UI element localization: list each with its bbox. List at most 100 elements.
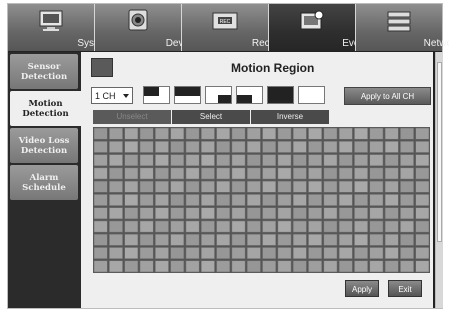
grid-cell[interactable]	[109, 180, 123, 193]
grid-cell[interactable]	[109, 220, 123, 233]
grid-cell[interactable]	[354, 180, 369, 193]
grid-cell[interactable]	[200, 207, 215, 220]
exit-button[interactable]: Exit	[388, 280, 422, 297]
grid-cell[interactable]	[415, 154, 430, 167]
grid-cell[interactable]	[246, 127, 261, 140]
grid-cell[interactable]	[292, 180, 307, 193]
grid-cell[interactable]	[93, 180, 108, 193]
grid-cell[interactable]	[400, 194, 414, 206]
grid-cell[interactable]	[338, 167, 353, 180]
grid-cell[interactable]	[139, 194, 154, 206]
grid-cell[interactable]	[109, 167, 123, 180]
grid-cell[interactable]	[200, 220, 215, 233]
grid-cell[interactable]	[231, 154, 246, 167]
grid-cell[interactable]	[369, 154, 384, 167]
grid-cell[interactable]	[323, 207, 338, 220]
grid-cell[interactable]	[354, 207, 369, 220]
grid-cell[interactable]	[400, 154, 414, 167]
grid-cell[interactable]	[277, 247, 292, 260]
grid-cell[interactable]	[216, 247, 231, 260]
grid-cell[interactable]	[369, 207, 384, 220]
grid-cell[interactable]	[154, 207, 169, 220]
grid-cell[interactable]	[216, 207, 231, 220]
grid-cell[interactable]	[369, 180, 384, 193]
grid-cell[interactable]	[231, 167, 246, 180]
grid-cell[interactable]	[109, 260, 123, 273]
grid-cell[interactable]	[338, 207, 353, 220]
grid-cell[interactable]	[246, 167, 261, 180]
grid-cell[interactable]	[277, 220, 292, 233]
grid-cell[interactable]	[124, 220, 139, 233]
grid-cell[interactable]	[231, 180, 246, 193]
grid-cell[interactable]	[338, 127, 353, 140]
grid-cell[interactable]	[124, 247, 139, 260]
grid-cell[interactable]	[200, 247, 215, 260]
grid-cell[interactable]	[384, 140, 399, 153]
grid-cell[interactable]	[415, 260, 430, 273]
grid-cell[interactable]	[292, 207, 307, 220]
grid-cell[interactable]	[154, 220, 169, 233]
grid-cell[interactable]	[231, 140, 246, 153]
grid-cell[interactable]	[170, 127, 185, 140]
grid-cell[interactable]	[308, 260, 323, 273]
grid-cell[interactable]	[369, 140, 384, 153]
grid-cell[interactable]	[369, 233, 384, 246]
sidebar-item-alarm-schedule[interactable]: Alarm Schedule	[10, 165, 78, 200]
grid-cell[interactable]	[185, 180, 200, 193]
grid-cell[interactable]	[384, 167, 399, 180]
grid-cell[interactable]	[292, 194, 307, 206]
grid-cell[interactable]	[338, 194, 353, 206]
grid-cell[interactable]	[139, 233, 154, 246]
grid-cell[interactable]	[292, 260, 307, 273]
grid-cell[interactable]	[139, 247, 154, 260]
grid-cell[interactable]	[246, 194, 261, 206]
tab-record[interactable]: REC Record	[182, 4, 284, 51]
grid-cell[interactable]	[93, 127, 108, 140]
grid-cell[interactable]	[246, 180, 261, 193]
grid-cell[interactable]	[109, 247, 123, 260]
grid-cell[interactable]	[384, 233, 399, 246]
grid-cell[interactable]	[139, 207, 154, 220]
grid-cell[interactable]	[338, 233, 353, 246]
grid-cell[interactable]	[277, 194, 292, 206]
grid-cell[interactable]	[170, 247, 185, 260]
grid-cell[interactable]	[109, 194, 123, 206]
grid-cell[interactable]	[109, 127, 123, 140]
grid-cell[interactable]	[384, 247, 399, 260]
grid-cell[interactable]	[231, 194, 246, 206]
grid-cell[interactable]	[369, 127, 384, 140]
grid-cell[interactable]	[185, 233, 200, 246]
grid-cell[interactable]	[154, 247, 169, 260]
grid-cell[interactable]	[323, 220, 338, 233]
grid-cell[interactable]	[93, 220, 108, 233]
grid-cell[interactable]	[262, 194, 277, 206]
grid-cell[interactable]	[308, 180, 323, 193]
tab-event[interactable]: Event	[269, 4, 368, 51]
grid-cell[interactable]	[93, 247, 108, 260]
grid-cell[interactable]	[323, 233, 338, 246]
grid-cell[interactable]	[384, 260, 399, 273]
grid-cell[interactable]	[139, 167, 154, 180]
grid-cell[interactable]	[154, 154, 169, 167]
grid-cell[interactable]	[354, 140, 369, 153]
grid-cell[interactable]	[292, 220, 307, 233]
grid-cell[interactable]	[400, 247, 414, 260]
grid-cell[interactable]	[262, 220, 277, 233]
grid-cell[interactable]	[369, 247, 384, 260]
grid-cell[interactable]	[231, 233, 246, 246]
grid-cell[interactable]	[292, 140, 307, 153]
grid-cell[interactable]	[246, 220, 261, 233]
sidebar-item-motion-detection[interactable]: Motion Detection	[10, 91, 81, 126]
grid-cell[interactable]	[216, 233, 231, 246]
grid-cell[interactable]	[139, 220, 154, 233]
grid-cell[interactable]	[338, 220, 353, 233]
grid-cell[interactable]	[323, 260, 338, 273]
grid-cell[interactable]	[354, 220, 369, 233]
tab-device[interactable]: Device	[95, 4, 196, 51]
select-button[interactable]: Select	[172, 110, 250, 124]
grid-cell[interactable]	[262, 180, 277, 193]
grid-cell[interactable]	[139, 154, 154, 167]
grid-cell[interactable]	[369, 194, 384, 206]
grid-cell[interactable]	[384, 207, 399, 220]
channel-select[interactable]: 1 CH	[91, 87, 133, 104]
